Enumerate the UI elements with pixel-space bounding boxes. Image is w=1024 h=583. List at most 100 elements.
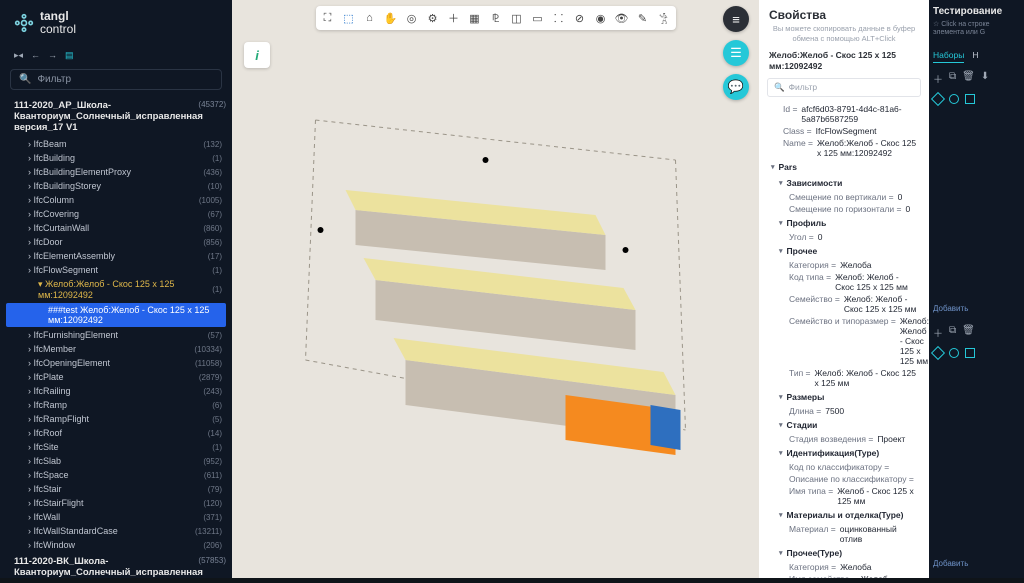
tool-home-icon[interactable]: ⌂ — [360, 8, 380, 28]
fab-chat-icon[interactable]: 💬 — [723, 74, 749, 100]
tree-row[interactable]: › IfcFlowSegment(1) — [0, 263, 232, 277]
testing-title: Тестирование — [933, 6, 1020, 17]
shape-hex-icon[interactable] — [931, 346, 945, 360]
property-row: Class = IfcFlowSegment — [765, 125, 923, 137]
tree-row[interactable]: › IfcBuildingStorey(10) — [0, 179, 232, 193]
tool-section-icon[interactable]: ◫ — [507, 8, 527, 28]
properties-filter[interactable]: 🔍 Фильтр — [767, 78, 921, 97]
property-row: Имя семейства = Желоб — [765, 573, 923, 578]
tool-pencil-icon[interactable]: ✎ — [633, 8, 653, 28]
tree-row[interactable]: › IfcWallStandardCase(13211) — [0, 524, 232, 538]
tree-row[interactable]: › IfcStairFlight(120) — [0, 496, 232, 510]
tree-row[interactable]: › IfcBuilding(1) — [0, 151, 232, 165]
property-row: Смещение по вертикали = 0 — [765, 191, 923, 203]
delete-icon[interactable]: 🗑 — [962, 71, 975, 86]
tree-row[interactable]: › IfcSite(1) — [0, 440, 232, 454]
tree-row[interactable]: › IfcRoof(14) — [0, 426, 232, 440]
tool-select-icon[interactable]: ▭ — [528, 8, 548, 28]
copy-icon[interactable]: ⧉ — [949, 325, 956, 340]
property-row: Длина = 7500 — [765, 405, 923, 417]
left-toolbar: ▸◂ ← → ▤ — [0, 46, 232, 69]
property-group[interactable]: ▾Стадии — [765, 417, 923, 433]
property-group[interactable]: ▾Прочее(Type) — [765, 545, 923, 561]
property-row: Описание по классификатору = — [765, 473, 923, 485]
testing-tabs: Наборы Н — [933, 50, 1020, 63]
tree-row[interactable]: › IfcSpace(611) — [0, 468, 232, 482]
tree-row[interactable]: 111-2020_АР_Школа-Кванториум_Солнечный_и… — [0, 96, 232, 137]
tree-row[interactable]: › IfcDoor(856) — [0, 235, 232, 249]
tree-row[interactable]: › IfcOpeningElement(11058) — [0, 356, 232, 370]
fab-menu-icon[interactable]: ≡ — [723, 6, 749, 32]
delete-icon[interactable]: 🗑 — [962, 325, 975, 340]
tool-hand-icon[interactable]: ✋ — [381, 8, 401, 28]
tree-row[interactable]: › IfcPlate(2879) — [0, 370, 232, 384]
shape-toolbar-2 — [933, 348, 1020, 358]
tree-row[interactable]: › IfcColumn(1005) — [0, 193, 232, 207]
tool-gear-icon[interactable]: ⚙ — [423, 8, 443, 28]
property-group[interactable]: ▾Размеры — [765, 389, 923, 405]
tree-row[interactable]: › IfcRampFlight(5) — [0, 412, 232, 426]
tree-row[interactable]: ###test Желоб:Желоб - Скос 125 x 125 мм:… — [6, 303, 226, 327]
tree-row[interactable]: › IfcBeam(132) — [0, 137, 232, 151]
tool-hide-icon[interactable]: ⊘ — [570, 8, 590, 28]
forward-icon[interactable]: → — [48, 50, 57, 61]
back-icon[interactable]: ← — [31, 50, 40, 61]
testing-toolbar: ＋ ⧉ 🗑 ⬇ — [933, 71, 1020, 86]
tool-tree-icon[interactable]: ⅊ — [486, 8, 506, 28]
copy-icon[interactable]: ⧉ — [949, 71, 956, 86]
tool-grid-icon[interactable]: ▦ — [465, 8, 485, 28]
shape-circle-icon[interactable] — [949, 348, 959, 358]
property-group[interactable]: ▾Зависимости — [765, 175, 923, 191]
tool-target-icon[interactable]: ◎ — [402, 8, 422, 28]
info-button[interactable]: i — [244, 42, 270, 68]
tree-row[interactable]: › IfcFurnishingElement(57) — [0, 328, 232, 342]
tree-row[interactable]: › IfcRamp(6) — [0, 398, 232, 412]
tree-row[interactable]: › IfcCurtainWall(860) — [0, 221, 232, 235]
shape-square-icon[interactable] — [965, 94, 975, 104]
shape-circle-icon[interactable] — [949, 94, 959, 104]
download-icon[interactable]: ⬇ — [981, 71, 989, 86]
tab-other[interactable]: Н — [972, 50, 978, 63]
tool-cube-icon[interactable]: ⬚ — [339, 8, 359, 28]
add-icon[interactable]: ＋ — [933, 71, 943, 86]
tree-row[interactable]: › IfcRailing(243) — [0, 384, 232, 398]
properties-selection: Желоб:Желоб - Скос 125 x 125 мм:12092492 — [759, 50, 929, 78]
collapse-icon[interactable]: ▸◂ — [14, 50, 23, 61]
add-icon[interactable]: ＋ — [933, 325, 943, 340]
tool-crop-icon[interactable]: ⸬ — [549, 8, 569, 28]
property-group[interactable]: ▾Идентификация(Type) — [765, 445, 923, 461]
tree-row[interactable]: › IfcSlab(952) — [0, 454, 232, 468]
tree-row[interactable]: › IfcMember(10334) — [0, 342, 232, 356]
tool-expand-icon[interactable]: ⛶ — [318, 8, 338, 28]
property-group[interactable]: ▾Профиль — [765, 215, 923, 231]
property-group[interactable]: ▾Прочее — [765, 243, 923, 259]
tree-filter[interactable]: 🔍 Фильтр — [10, 69, 222, 90]
shape-hex-icon[interactable] — [931, 92, 945, 106]
fab-list-icon[interactable]: ☰ — [723, 40, 749, 66]
property-group[interactable]: ▾Pars — [765, 159, 923, 175]
tree-row[interactable]: › IfcStair(79) — [0, 482, 232, 496]
tab-sets[interactable]: Наборы — [933, 50, 964, 63]
add-link-2[interactable]: Добавить — [933, 555, 1020, 572]
property-group[interactable]: ▾Материалы и отделка(Type) — [765, 507, 923, 523]
add-link[interactable]: Добавить — [933, 300, 1020, 317]
properties-body[interactable]: Id = afcf6d03-8791-4d4c-81a6-5a87b658725… — [759, 103, 929, 578]
shape-square-icon[interactable] — [965, 348, 975, 358]
tree-row[interactable]: › IfcElementAssembly(17) — [0, 249, 232, 263]
tree-row[interactable]: › IfcCovering(67) — [0, 207, 232, 221]
model-tree[interactable]: 111-2020_АР_Школа-Кванториум_Солнечный_и… — [0, 96, 232, 578]
tree-row[interactable]: › IfcBuildingElementProxy(436) — [0, 165, 232, 179]
tool-person-icon[interactable]: 𓀟 — [654, 8, 674, 28]
tree-row[interactable]: 111-2020-ВК_Школа-Кванториум_Солнечный_и… — [0, 552, 232, 578]
tree-row[interactable]: ▾ Желоб:Желоб - Скос 125 x 125 мм:120924… — [0, 277, 232, 302]
viewport[interactable]: ⛶ ⬚ ⌂ ✋ ◎ ⚙ ＋ ▦ ⅊ ◫ ▭ ⸬ ⊘ ◉ 👁 ✎ 𓀟 i ≡ ☰ … — [232, 0, 759, 578]
tool-show-icon[interactable]: ◉ — [591, 8, 611, 28]
layers-icon[interactable]: ▤ — [65, 50, 74, 61]
tool-eye-icon[interactable]: 👁 — [612, 8, 632, 28]
tree-row[interactable]: › IfcWall(371) — [0, 510, 232, 524]
tool-plus-icon[interactable]: ＋ — [444, 8, 464, 28]
tree-row[interactable]: › IfcWindow(206) — [0, 538, 232, 552]
testing-hint: ☆ Click на строке элемента или G — [933, 21, 1020, 38]
properties-filter-placeholder: Фильтр — [789, 82, 818, 92]
search-icon: 🔍 — [19, 74, 31, 85]
